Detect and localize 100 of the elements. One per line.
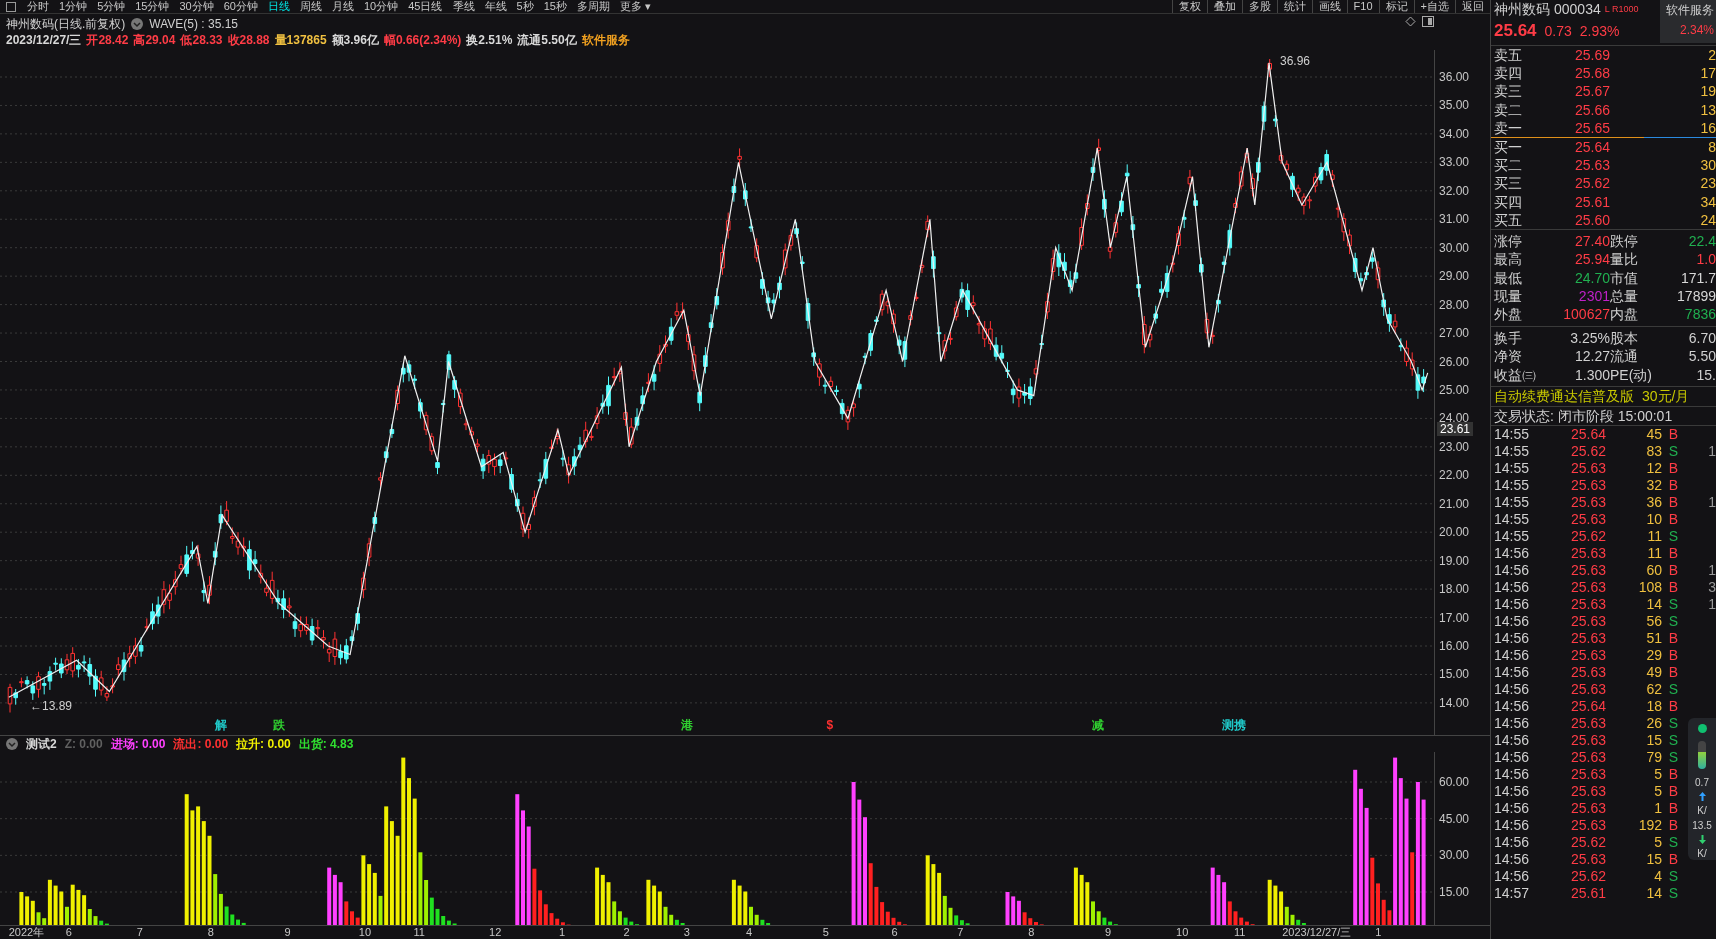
trade-volume: 32 [1645, 477, 1662, 494]
toolbar-button[interactable]: 返回 [1455, 0, 1490, 13]
period-tab[interactable]: 5秒 [511, 0, 539, 13]
trade-time: 14:55 [1494, 443, 1531, 460]
info-field: 开28.42 [86, 32, 129, 48]
period-tab[interactable]: 1分钟 [54, 0, 93, 13]
period-tab[interactable]: 季线 [447, 0, 480, 13]
indicator-tick: 45.00 [1439, 811, 1470, 826]
promo-price[interactable]: 30元/月 [1642, 387, 1690, 406]
period-tab[interactable]: 日线 [263, 0, 295, 13]
trade-time: 14:56 [1494, 613, 1531, 630]
current-price-tag: 23.61 [1437, 422, 1474, 437]
toolbar-button[interactable]: 叠加 [1206, 0, 1242, 13]
period-tab[interactable]: 周线 [295, 0, 327, 13]
toolbar-button[interactable]: +自选 [1413, 0, 1455, 13]
price-tick: 28.00 [1439, 297, 1470, 312]
trade-price: 25.63 [1569, 562, 1606, 579]
date-label: 10 [1176, 926, 1189, 939]
period-tab[interactable]: 15分钟 [130, 0, 175, 13]
trade-price: 25.62 [1569, 443, 1606, 460]
trade-time: 14:57 [1494, 885, 1531, 902]
period-tab[interactable]: 月线 [327, 0, 359, 13]
stat-value: 5.50 [1687, 347, 1716, 366]
order-volume: 30 [1699, 156, 1716, 175]
window-icon[interactable] [6, 1, 16, 12]
order-price: 25.61 [1573, 192, 1610, 211]
diamond-icon[interactable] [1405, 16, 1416, 27]
period-tab[interactable]: 10分钟 [359, 0, 404, 13]
order-volume: 24 [1699, 210, 1716, 229]
order-label: 卖一 [1494, 118, 1523, 137]
stat-value: 1.300 [1573, 365, 1610, 384]
toolbar-button[interactable]: 多股 [1241, 0, 1277, 13]
toolbar-button[interactable]: 统计 [1276, 0, 1312, 13]
period-tab[interactable]: 更多 ▾ [614, 0, 656, 13]
stat-value: 22.4 [1687, 231, 1716, 251]
trade-time: 14:56 [1494, 749, 1531, 766]
chevron-icon[interactable] [131, 18, 144, 30]
promo-link[interactable]: 自动续费通达信普及版 [1494, 387, 1634, 406]
trade-side: B [1667, 800, 1678, 817]
stat-label: 跌停 [1610, 231, 1639, 251]
trade-volume: 192 [1637, 817, 1662, 834]
order-label: 卖五 [1494, 46, 1523, 65]
period-tab[interactable]: 年线 [479, 0, 512, 13]
period-tab[interactable]: 5分钟 [92, 0, 131, 13]
order-volume: 8 [1707, 137, 1716, 157]
period-tab[interactable]: 60分钟 [218, 0, 263, 13]
trade-volume: 11 [1646, 528, 1662, 545]
trade-side: S [1667, 885, 1678, 902]
price-tick: 29.00 [1439, 269, 1470, 284]
trade-time: 14:56 [1494, 715, 1531, 732]
period-tab[interactable]: 30分钟 [174, 0, 219, 13]
toolbar-button[interactable]: 画线 [1311, 0, 1347, 13]
speed-unit: K/ [1697, 805, 1707, 816]
trade-count: 1 [1707, 494, 1716, 511]
trade-price: 25.63 [1569, 749, 1606, 766]
trade-time: 14:55 [1494, 494, 1531, 511]
download-speed: 13.5 [1692, 820, 1712, 831]
order-label: 买五 [1494, 210, 1523, 229]
order-volume: 13 [1699, 100, 1716, 119]
trade-price: 25.63 [1569, 579, 1606, 596]
sector-panel[interactable]: 软件服务 2.34% [1660, 0, 1716, 43]
trade-side: S [1667, 732, 1678, 749]
toolbar-button[interactable]: 复权 [1171, 0, 1207, 13]
trade-volume: 18 [1645, 698, 1662, 715]
date-label: 2 [623, 926, 630, 939]
info-field: 额3.96亿 [331, 32, 379, 48]
legend-value: 拉升: 0.00 [236, 736, 291, 753]
info-field: 高29.04 [133, 32, 176, 48]
trade-time: 14:56 [1494, 562, 1531, 579]
panel-icon[interactable] [1422, 16, 1434, 27]
toolbar-button[interactable]: 标记 [1378, 0, 1414, 13]
date-label: 6 [891, 926, 898, 939]
period-tab[interactable]: 多周期 [571, 0, 615, 13]
trade-price: 25.63 [1569, 783, 1606, 800]
period-tab[interactable]: 45日线 [403, 0, 448, 13]
trade-price: 25.62 [1569, 868, 1606, 885]
trade-time: 14:56 [1494, 868, 1531, 885]
period-tab[interactable]: 分时 [22, 0, 54, 13]
trade-price: 25.63 [1569, 664, 1606, 681]
order-label: 卖三 [1494, 82, 1523, 101]
trade-side: S [1667, 749, 1678, 766]
toolbar-button[interactable]: F10 [1346, 0, 1379, 13]
trade-time: 14:56 [1494, 630, 1531, 647]
price-tick: 20.00 [1439, 525, 1470, 540]
up-arrow-icon [1698, 792, 1706, 801]
date-label: 10 [358, 926, 372, 939]
info-field: 幅0.66(2.34%) [383, 32, 462, 48]
price-tick: 18.00 [1439, 582, 1470, 597]
trade-volume: 108 [1637, 579, 1662, 596]
date-label: 4 [746, 926, 753, 939]
stat-value: 17899 [1676, 287, 1716, 306]
trade-side: B [1667, 817, 1678, 834]
trade-volume: 45 [1645, 426, 1662, 443]
stat-label: PE(动) [1610, 365, 1653, 384]
trade-side: B [1667, 783, 1678, 800]
trade-price: 25.63 [1569, 494, 1606, 511]
period-tab[interactable]: 15秒 [538, 0, 572, 13]
chevron-icon[interactable] [6, 738, 18, 750]
trade-time: 14:55 [1494, 528, 1531, 545]
trade-volume: 15 [1645, 732, 1662, 749]
